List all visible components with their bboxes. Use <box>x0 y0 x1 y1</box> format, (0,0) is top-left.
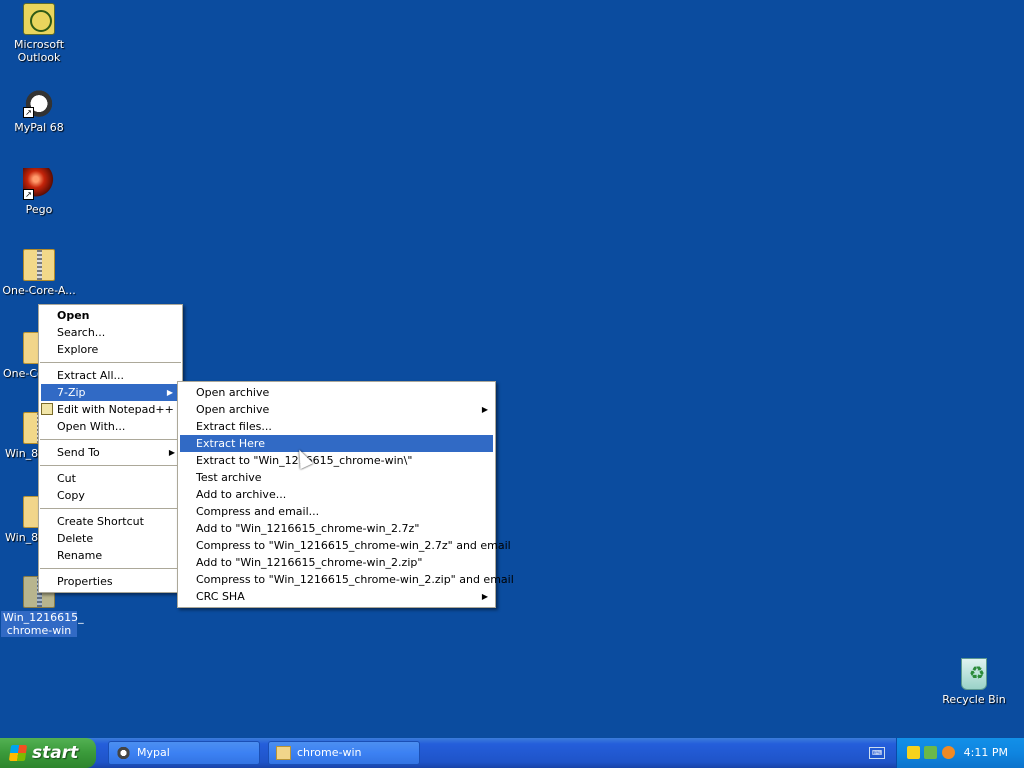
desktop-icon-label: MyPal 68 <box>14 121 64 134</box>
submenu-arrow-icon: ▶ <box>168 448 175 457</box>
submenu-arrow-icon: ▶ <box>481 592 488 601</box>
menu-item-label: CRC SHA <box>196 590 245 603</box>
menu-separator <box>40 568 181 569</box>
menu-separator <box>40 362 181 363</box>
menu-item-crc-sha[interactable]: CRC SHA ▶ <box>178 588 495 605</box>
windows-logo-icon <box>8 745 28 761</box>
menu-item-search[interactable]: Search... <box>39 324 182 341</box>
taskbar: start Mypal chrome-win ⌨ 4:11 PM <box>0 738 1024 768</box>
raccoon-icon <box>116 746 131 760</box>
menu-item-7zip[interactable]: 7-Zip ▶ <box>41 384 180 401</box>
menu-item-compress-zip-email[interactable]: Compress to "Win_1216615_chrome-win_2.zi… <box>178 571 514 588</box>
menu-separator <box>40 465 181 466</box>
recycle-bin-icon <box>961 658 987 690</box>
submenu-arrow-icon: ▶ <box>166 388 173 397</box>
menu-item-copy[interactable]: Copy <box>39 487 182 504</box>
taskbar-button-label: chrome-win <box>297 746 362 759</box>
start-button[interactable]: start <box>0 738 96 768</box>
menu-separator <box>40 508 181 509</box>
menu-item-extract-all[interactable]: Extract All... <box>39 367 182 384</box>
clock[interactable]: 4:11 PM <box>964 738 1008 768</box>
system-tray: 4:11 PM <box>896 738 1024 768</box>
menu-item-add-to-7z[interactable]: Add to "Win_1216615_chrome-win_2.7z" <box>178 520 495 537</box>
keyboard-icon[interactable]: ⌨ <box>869 747 885 759</box>
menu-item-edit-notepadpp[interactable]: Edit with Notepad++ <box>39 401 182 418</box>
menu-item-explore[interactable]: Explore <box>39 341 182 358</box>
desktop-icon-one-core[interactable]: One-Core-A... <box>0 249 78 297</box>
raccoon-icon: ↗ <box>23 86 55 118</box>
menu-item-label: Send To <box>57 446 100 459</box>
desktop-icon-label: Win_1216615_ chrome-win <box>1 611 84 637</box>
menu-item-label: Open archive <box>196 403 270 416</box>
desktop-icon-label: Pego <box>25 203 53 216</box>
desktop-icon-label: Microsoft Outlook <box>14 38 65 64</box>
folder-icon <box>276 746 291 760</box>
menu-item-properties[interactable]: Properties <box>39 573 182 590</box>
menu-item-open[interactable]: Open <box>39 307 182 324</box>
menu-item-extract-to[interactable]: Extract to "Win_1216615_chrome-win\" <box>178 452 495 469</box>
menu-item-extract-here[interactable]: Extract Here <box>180 435 493 452</box>
menu-item-send-to[interactable]: Send To ▶ <box>39 444 182 461</box>
menu-item-label: 7-Zip <box>57 386 86 399</box>
desktop-icon-recycle-bin[interactable]: Recycle Bin <box>935 658 1013 706</box>
desktop-icon-outlook[interactable]: Microsoft Outlook <box>0 3 78 64</box>
desktop-icon-mypal[interactable]: ↗ MyPal 68 <box>0 86 78 134</box>
desktop-icon-label: Recycle Bin <box>942 693 1006 706</box>
menu-item-compress-7z-email[interactable]: Compress to "Win_1216615_chrome-win_2.7z… <box>178 537 511 554</box>
search-icon[interactable] <box>942 746 955 759</box>
taskbar-button-chrome-win[interactable]: chrome-win <box>268 741 420 765</box>
menu-item-open-archive-submenu[interactable]: Open archive ▶ <box>178 401 495 418</box>
menu-item-compress-email[interactable]: Compress and email... <box>178 503 495 520</box>
menu-item-extract-files[interactable]: Extract files... <box>178 418 495 435</box>
menu-item-label: Edit with Notepad++ <box>57 403 174 416</box>
desktop-icon-pego[interactable]: ↗ Pego <box>0 168 78 216</box>
menu-item-open-archive[interactable]: Open archive <box>178 384 495 401</box>
menu-item-delete[interactable]: Delete <box>39 530 182 547</box>
taskbar-button-mypal[interactable]: Mypal <box>108 741 260 765</box>
taskbar-button-label: Mypal <box>137 746 170 759</box>
pego-icon: ↗ <box>23 168 55 200</box>
start-label: start <box>32 743 79 763</box>
menu-separator <box>40 439 181 440</box>
shortcut-arrow-icon: ↗ <box>23 107 34 118</box>
desktop-icon-label: One-Core-A... <box>2 284 76 297</box>
network-icon[interactable] <box>924 746 937 759</box>
menu-item-open-with[interactable]: Open With... <box>39 418 182 435</box>
desktop: Microsoft Outlook ↗ MyPal 68 ↗ Pego One-… <box>0 0 1024 738</box>
menu-item-add-to-zip[interactable]: Add to "Win_1216615_chrome-win_2.zip" <box>178 554 495 571</box>
menu-item-create-shortcut[interactable]: Create Shortcut <box>39 513 182 530</box>
zip-folder-icon <box>23 249 55 281</box>
notepad-icon <box>41 403 53 415</box>
7zip-submenu: Open archive Open archive ▶ Extract file… <box>177 381 514 608</box>
shortcut-arrow-icon: ↗ <box>23 189 34 200</box>
menu-item-test-archive[interactable]: Test archive <box>178 469 495 486</box>
outlook-icon <box>23 3 55 35</box>
shield-icon[interactable] <box>907 746 920 759</box>
menu-item-add-to-archive[interactable]: Add to archive... <box>178 486 495 503</box>
menu-item-rename[interactable]: Rename <box>39 547 182 564</box>
menu-item-cut[interactable]: Cut <box>39 470 182 487</box>
context-menu: Open Search... Explore Extract All... 7-… <box>38 304 183 593</box>
submenu-arrow-icon: ▶ <box>481 405 488 414</box>
